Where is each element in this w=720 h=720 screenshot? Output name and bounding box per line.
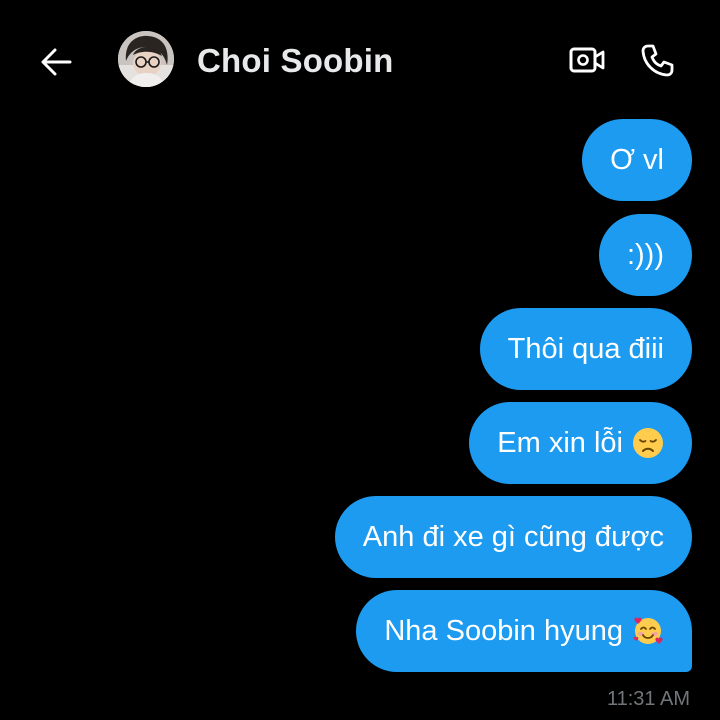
message-text: :))) — [626, 238, 664, 271]
message-bubble[interactable]: Anh đi xe gì cũng được — [334, 496, 692, 578]
message-text: Nha Soobin hyung — [384, 614, 623, 647]
message-bubble[interactable]: Nha Soobin hyung — [356, 590, 692, 672]
dm-conversation-screen: Choi Soobin Ơ vl :))) Thôi qua điii Em x… — [0, 0, 720, 720]
message-text: Anh đi xe gì cũng được — [362, 520, 664, 553]
message-text: Thôi qua điii — [507, 332, 664, 365]
message-text: Em xin lỗi — [497, 426, 623, 459]
disappointed-face-emoji — [633, 428, 663, 458]
message-text: Ơ vl — [610, 143, 664, 176]
message-bubble[interactable]: Thôi qua điii — [479, 308, 692, 390]
message-bubble[interactable]: :))) — [598, 214, 692, 296]
message-timestamp: 11:31 AM — [606, 688, 690, 710]
smiling-face-with-hearts-emoji — [633, 617, 663, 644]
message-bubble[interactable]: Em xin lỗi — [469, 402, 692, 484]
message-list: Ơ vl :))) Thôi qua điii Em xin lỗi Anh đ… — [0, 0, 720, 720]
message-bubble[interactable]: Ơ vl — [582, 119, 692, 201]
